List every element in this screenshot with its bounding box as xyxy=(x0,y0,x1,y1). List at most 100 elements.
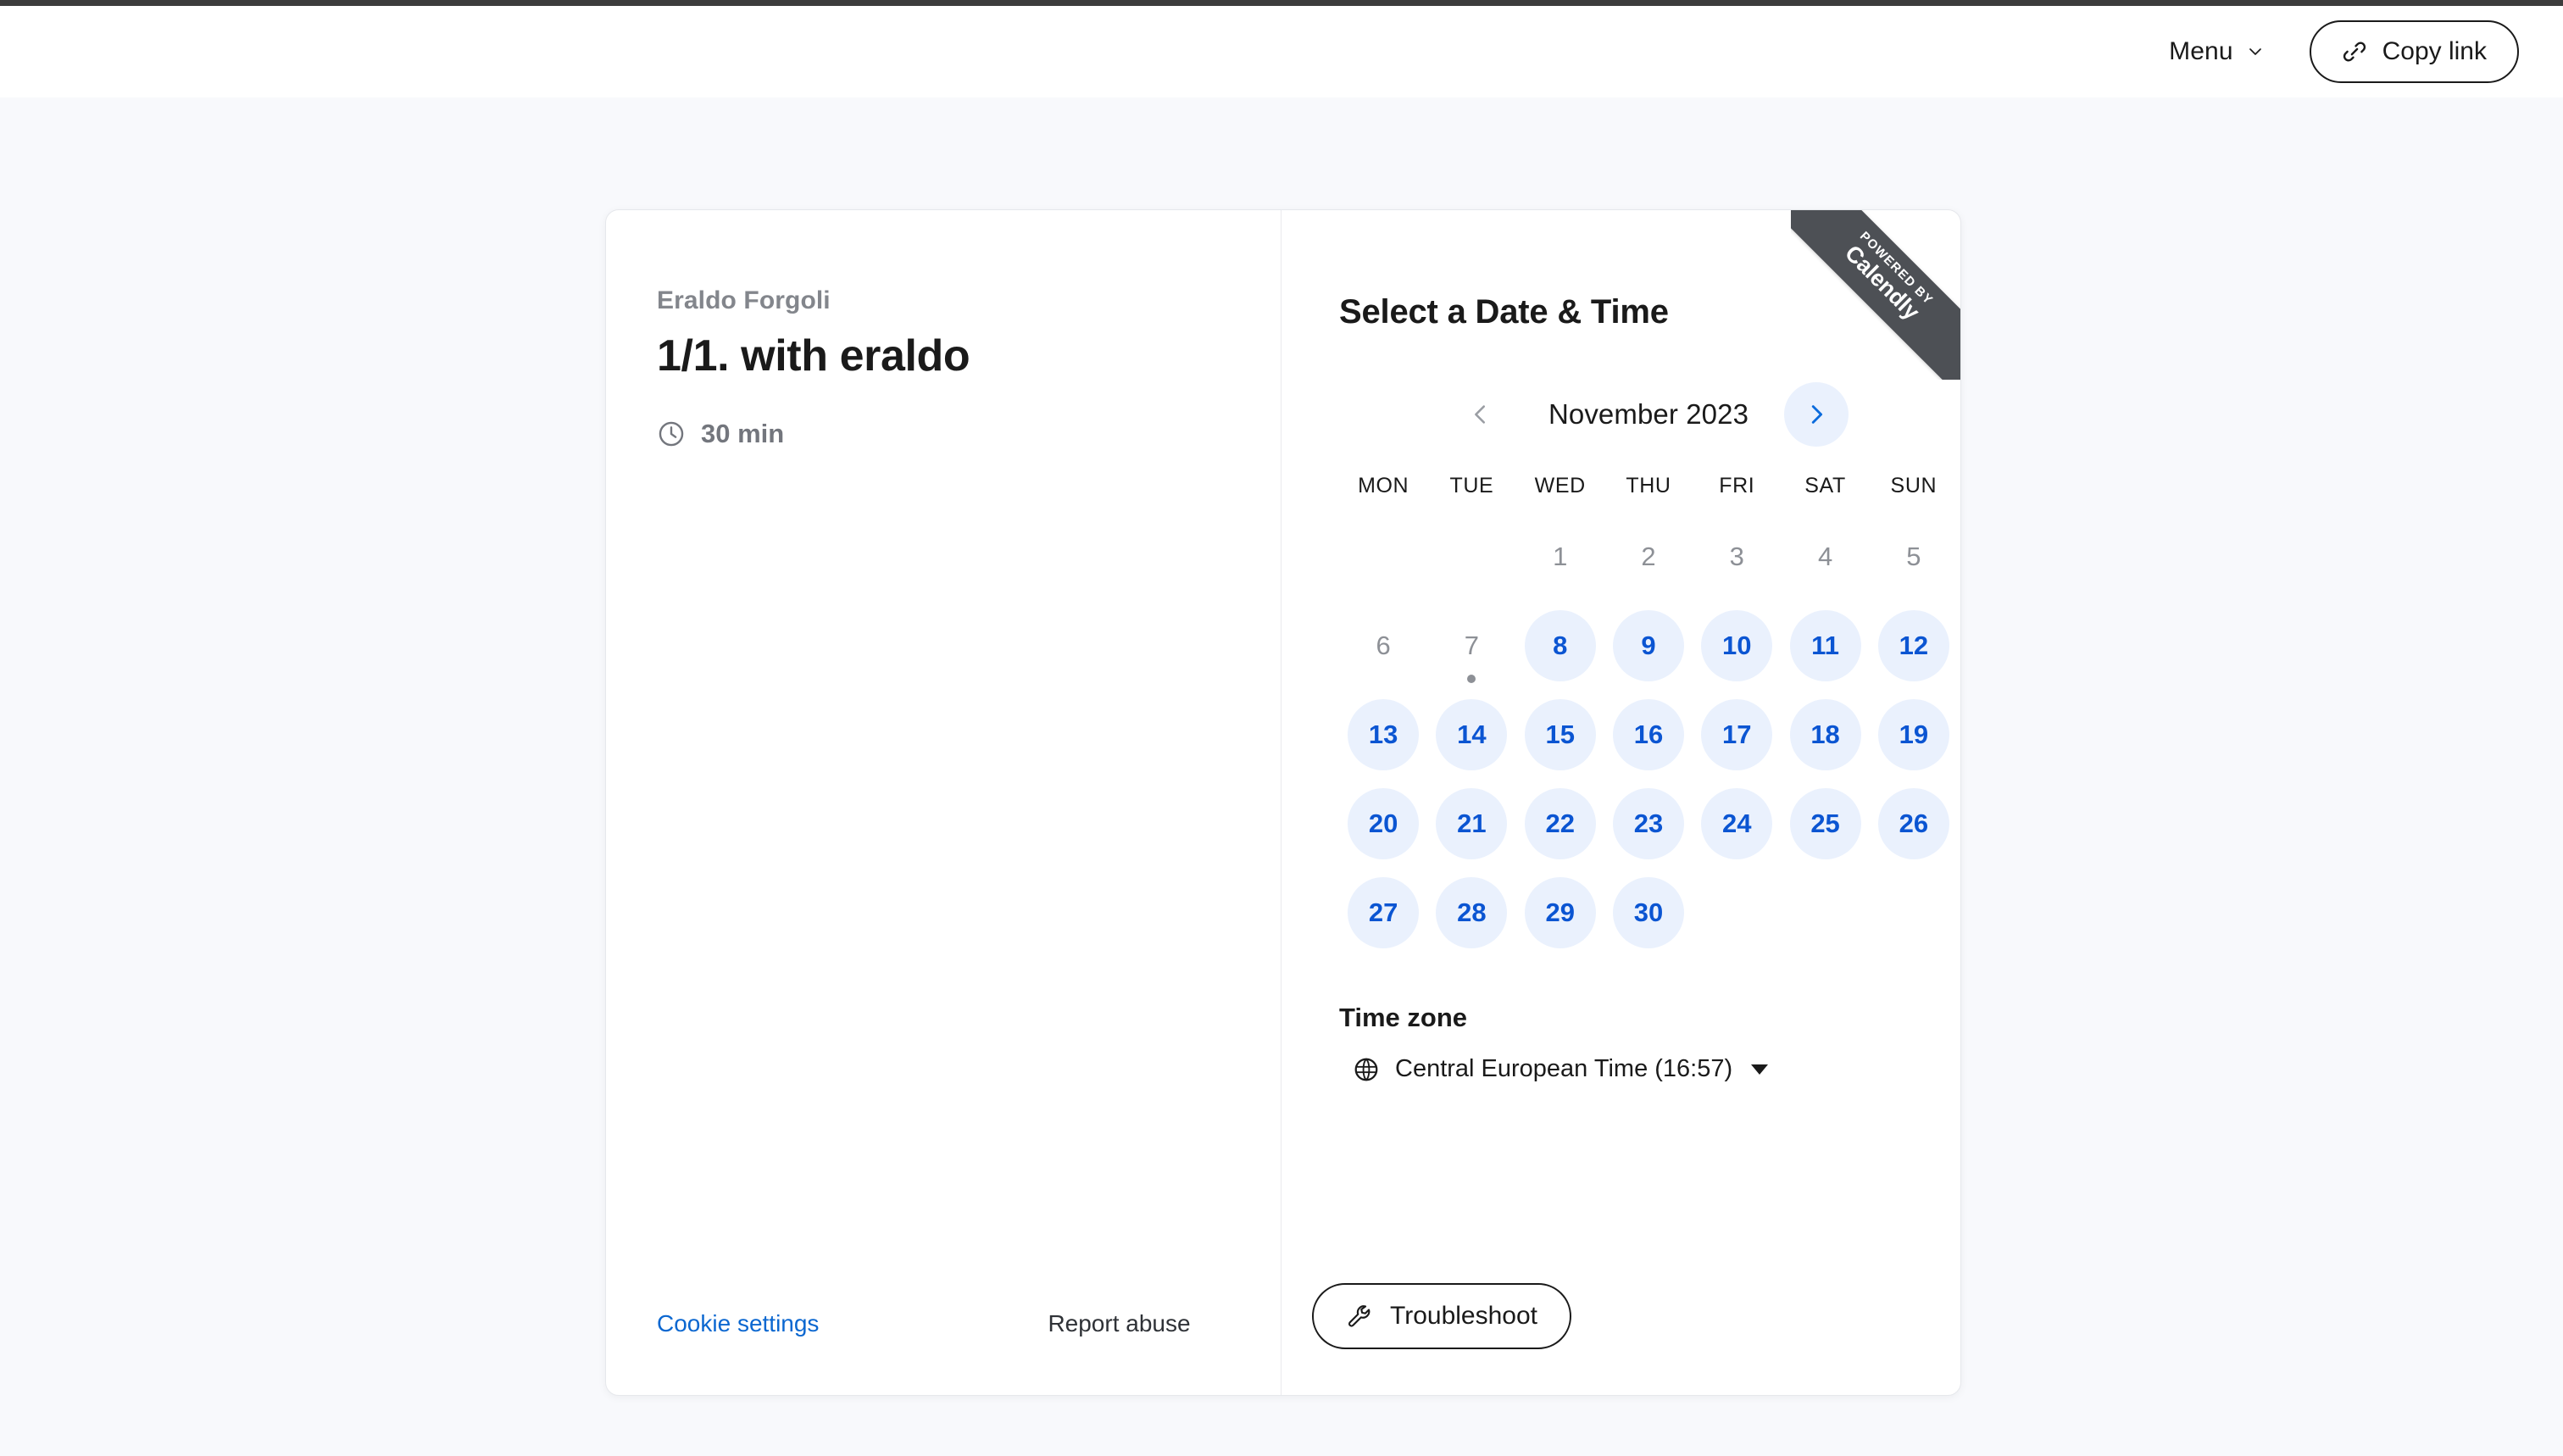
dow-sat: SAT xyxy=(1804,474,1846,497)
calendar-day-available[interactable]: 8 xyxy=(1524,609,1596,681)
date-time-panel: Select a Date & Time November 2023 MON T… xyxy=(1282,210,1960,1395)
dow-thu: THU xyxy=(1626,474,1671,497)
page-header: Menu Copy link xyxy=(0,6,2563,97)
previous-month-button xyxy=(1448,382,1513,447)
ribbon-powered-by-text: POWERED BY xyxy=(1856,229,1936,308)
calendar-day-disabled: 6 xyxy=(1376,630,1391,660)
calendar-day-available[interactable]: 21 xyxy=(1436,787,1508,859)
dow-tue: TUE xyxy=(1449,474,1494,497)
calendar-day-available[interactable]: 10 xyxy=(1701,609,1773,681)
calendar-day-cell[interactable]: 28 xyxy=(1427,868,1515,957)
calendar-day-available[interactable]: 27 xyxy=(1348,876,1420,948)
cookie-settings-link[interactable]: Cookie settings xyxy=(657,1310,819,1337)
calendar-day-available[interactable]: 20 xyxy=(1348,787,1420,859)
calendar-day-available[interactable]: 30 xyxy=(1612,876,1684,948)
calendar-day-cell[interactable]: 9 xyxy=(1604,601,1693,690)
calendar-day-cell[interactable]: 21 xyxy=(1427,779,1515,868)
host-name: Eraldo Forgoli xyxy=(657,286,831,314)
troubleshoot-label: Troubleshoot xyxy=(1390,1302,1537,1330)
calendar-day-available[interactable]: 15 xyxy=(1524,698,1596,770)
calendar-day-available[interactable]: 19 xyxy=(1877,698,1949,770)
calendar-day-cell xyxy=(1427,512,1515,601)
browser-edge-strip xyxy=(0,0,2563,6)
left-panel-footer: Cookie settings Report abuse xyxy=(657,1310,1230,1337)
timezone-select[interactable]: Central European Time (16:57) xyxy=(1353,1055,1910,1083)
calendar-day-cell[interactable]: 10 xyxy=(1693,601,1781,690)
dow-sun: SUN xyxy=(1890,474,1938,497)
calendar-day-empty xyxy=(1790,877,1861,948)
event-details-panel: Eraldo Forgoli 1/1. with eraldo 30 min C… xyxy=(606,210,1282,1395)
calendar-day-cell[interactable]: 27 xyxy=(1339,868,1427,957)
dow-fri: FRI xyxy=(1719,474,1755,497)
calendar-day-cell[interactable]: 22 xyxy=(1516,779,1604,868)
calendar-day-disabled: 2 xyxy=(1641,541,1656,571)
calendar-day-cell[interactable]: 19 xyxy=(1870,690,1958,779)
calendar-day-cell[interactable]: 17 xyxy=(1693,690,1781,779)
calendar-day-available[interactable]: 29 xyxy=(1524,876,1596,948)
chevron-right-icon xyxy=(1804,402,1829,427)
troubleshoot-button[interactable]: Troubleshoot xyxy=(1312,1283,1571,1349)
event-title: 1/1. with eraldo xyxy=(657,331,970,381)
calendar-day-cell[interactable]: 18 xyxy=(1781,690,1869,779)
calendar-days-grid: 1 2 3 4 5 6 7 8 9 10 11 12 13 14 15 16 17 18 19 20 21 22 23 24 2… xyxy=(1339,512,1958,957)
calendar-day-cell: 7 xyxy=(1427,601,1515,690)
event-duration: 30 min xyxy=(657,419,1230,449)
copy-link-button[interactable]: Copy link xyxy=(2309,20,2519,83)
calendar-day-cell[interactable]: 15 xyxy=(1516,690,1604,779)
calendar-day-available[interactable]: 23 xyxy=(1612,787,1684,859)
calendar-day-cell[interactable]: 24 xyxy=(1693,779,1781,868)
menu-button[interactable]: Menu xyxy=(2160,31,2271,73)
next-month-button[interactable] xyxy=(1784,382,1849,447)
calendar-day-disabled: 3 xyxy=(1729,541,1744,571)
calendar-day-cell: 2 xyxy=(1604,512,1693,601)
calendar-day-cell: 5 xyxy=(1870,512,1958,601)
clock-icon xyxy=(657,420,686,448)
timezone-section: Time zone Central European Time (16:57) xyxy=(1339,1003,1910,1083)
calendar: November 2023 MON TUE WED THU FRI SAT SU… xyxy=(1339,379,1958,957)
calendar-day-available[interactable]: 18 xyxy=(1789,698,1861,770)
calendar-day-cell[interactable]: 13 xyxy=(1339,690,1427,779)
calendar-day-cell: 6 xyxy=(1339,601,1427,690)
calendar-day-available[interactable]: 17 xyxy=(1701,698,1773,770)
calendar-nav: November 2023 xyxy=(1339,379,1958,450)
calendar-day-cell[interactable]: 25 xyxy=(1781,779,1869,868)
timezone-label: Time zone xyxy=(1339,1003,1468,1032)
calendar-day-disabled: 1 xyxy=(1553,541,1568,571)
calendar-day-cell xyxy=(1693,868,1781,957)
calendar-day-available[interactable]: 25 xyxy=(1789,787,1861,859)
menu-label: Menu xyxy=(2169,37,2233,65)
calendar-day-cell[interactable]: 30 xyxy=(1604,868,1693,957)
calendar-day-cell[interactable]: 26 xyxy=(1870,779,1958,868)
calendar-day-cell[interactable]: 12 xyxy=(1870,601,1958,690)
calendar-day-cell: 1 xyxy=(1516,512,1604,601)
calendar-day-available[interactable]: 24 xyxy=(1701,787,1773,859)
calendar-day-available[interactable]: 16 xyxy=(1612,698,1684,770)
calendar-day-available[interactable]: 9 xyxy=(1612,609,1684,681)
calendar-day-available[interactable]: 26 xyxy=(1877,787,1949,859)
calendar-day-cell[interactable]: 23 xyxy=(1604,779,1693,868)
calendar-day-cell[interactable]: 8 xyxy=(1516,601,1604,690)
calendar-day-cell[interactable]: 29 xyxy=(1516,868,1604,957)
calendar-day-available[interactable]: 14 xyxy=(1436,698,1508,770)
calendar-day-cell[interactable]: 20 xyxy=(1339,779,1427,868)
calendar-day-empty xyxy=(1348,521,1419,592)
booking-card: Eraldo Forgoli 1/1. with eraldo 30 min C… xyxy=(605,209,1961,1396)
calendar-day-cell[interactable]: 16 xyxy=(1604,690,1693,779)
calendar-day-disabled: 5 xyxy=(1906,541,1921,571)
calendar-day-cell[interactable]: 11 xyxy=(1781,601,1869,690)
calendar-day-cell xyxy=(1781,868,1869,957)
dow-wed: WED xyxy=(1534,474,1586,497)
booking-page: Menu Copy link Eraldo Forgoli 1/1. with … xyxy=(0,0,2563,1456)
calendar-day-available[interactable]: 12 xyxy=(1877,609,1949,681)
report-abuse-link[interactable]: Report abuse xyxy=(1048,1310,1190,1337)
timezone-value: Central European Time (16:57) xyxy=(1395,1055,1733,1082)
calendar-day-cell: 3 xyxy=(1693,512,1781,601)
calendar-day-available[interactable]: 13 xyxy=(1348,698,1420,770)
calendar-day-available[interactable]: 22 xyxy=(1524,787,1596,859)
calendar-day-available[interactable]: 11 xyxy=(1789,609,1861,681)
calendar-day-cell[interactable]: 14 xyxy=(1427,690,1515,779)
calendar-day-cell xyxy=(1870,868,1958,957)
calendar-day-disabled: 7 xyxy=(1464,630,1480,660)
calendar-month-label: November 2023 xyxy=(1548,398,1749,430)
calendar-day-available[interactable]: 28 xyxy=(1436,876,1508,948)
